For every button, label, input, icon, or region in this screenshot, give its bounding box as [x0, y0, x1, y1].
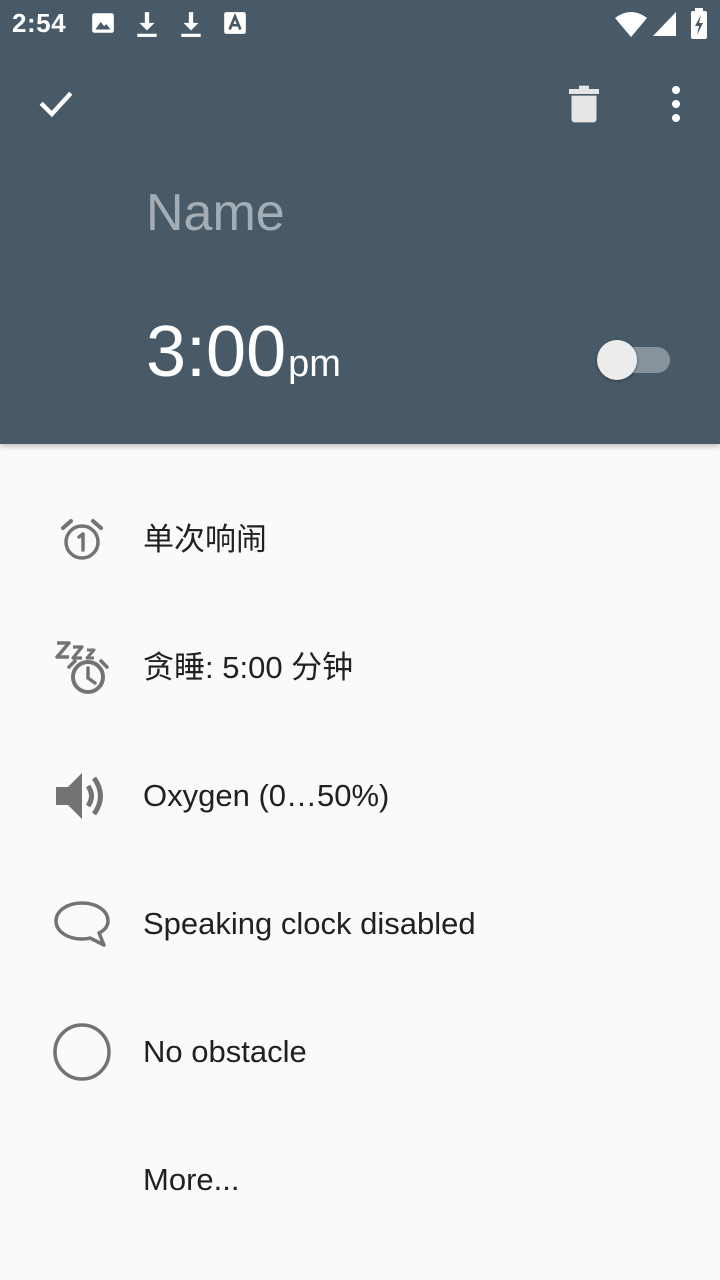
image-icon [90, 10, 116, 36]
repeat-label: 单次响闹 [143, 522, 267, 557]
signal-icon [652, 10, 678, 38]
delete-icon [567, 84, 601, 124]
list-item-snooze[interactable]: 贪睡: 5:00 分钟 [0, 604, 720, 732]
status-time: 2:54 [12, 8, 67, 38]
volume-icon [50, 764, 114, 828]
list-item-ringtone[interactable]: Oxygen (0…50%) [0, 732, 720, 860]
obstacle-label: No obstacle [143, 1034, 307, 1069]
ringtone-label: Oxygen (0…50%) [143, 778, 390, 813]
toggle-thumb [597, 340, 637, 380]
circle-icon [50, 1020, 114, 1084]
download-icon [134, 10, 160, 38]
alarm-time-value: 3:00 [146, 312, 287, 392]
wifi-icon [614, 10, 648, 38]
alarm-header: 2:54 Name 3:00 pm [0, 0, 720, 444]
speech-bubble-icon [50, 892, 114, 956]
alarm-time-suffix: pm [288, 343, 341, 385]
more-label: More... [143, 1162, 240, 1197]
confirm-button[interactable] [26, 74, 86, 134]
snooze-label: 贪睡: 5:00 分钟 [143, 650, 354, 685]
snooze-icon [50, 636, 114, 700]
download-icon [178, 10, 204, 38]
list-item-repeat[interactable]: 单次响闹 [0, 476, 720, 604]
alarm-enable-toggle[interactable] [596, 338, 672, 382]
delete-button[interactable] [554, 74, 614, 134]
status-bar: 2:54 [0, 0, 720, 48]
alarm-name-field[interactable]: Name [146, 183, 576, 243]
more-vert-icon [670, 86, 682, 122]
list-item-obstacle[interactable]: No obstacle [0, 988, 720, 1116]
alarm-time[interactable]: 3:00 pm [146, 312, 341, 392]
speaking-clock-label: Speaking clock disabled [143, 906, 476, 941]
list-item-more[interactable]: More... [0, 1116, 720, 1244]
more-options-button[interactable] [646, 74, 706, 134]
alarm-once-icon [50, 508, 114, 572]
a-letter-icon [222, 10, 248, 36]
check-icon [36, 84, 76, 124]
list-item-speaking-clock[interactable]: Speaking clock disabled [0, 860, 720, 988]
battery-charging-icon [690, 8, 708, 40]
